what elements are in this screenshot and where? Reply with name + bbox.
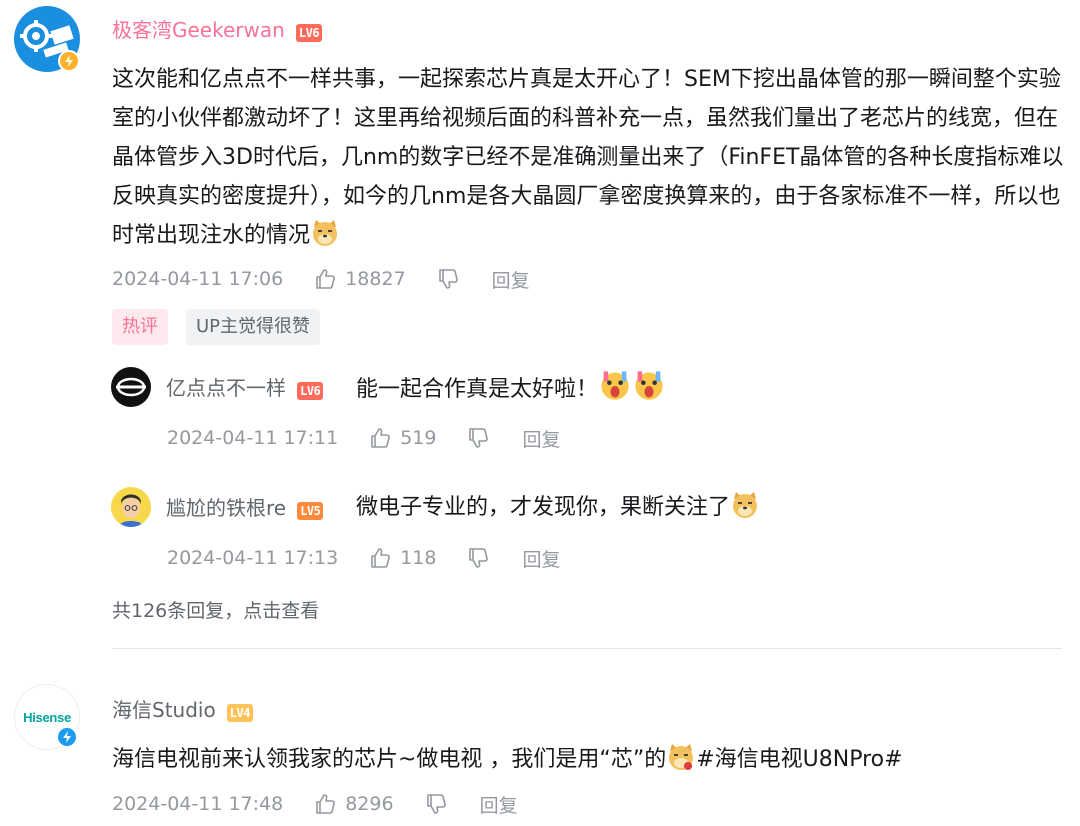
dislike-button[interactable] bbox=[466, 546, 490, 570]
hisense-logo-text: Hisense bbox=[23, 709, 71, 725]
level-badge: LV6 bbox=[295, 23, 323, 42]
thumbs-down-icon bbox=[426, 794, 446, 814]
surprised-emoji-icon bbox=[601, 371, 629, 400]
divider bbox=[112, 648, 1062, 649]
reply-header: 亿点点不一样 LV6 bbox=[166, 375, 324, 401]
like-button[interactable]: 118 bbox=[368, 546, 436, 570]
timestamp: 2024-04-11 17:06 bbox=[112, 268, 284, 290]
reply-header: 尴尬的铁根re LV5 bbox=[166, 495, 324, 521]
reply-button[interactable]: 回复 bbox=[522, 545, 560, 572]
reply-button[interactable]: 回复 bbox=[492, 266, 530, 293]
avatar[interactable] bbox=[14, 6, 80, 72]
comment-meta: 2024-04-11 17:06 18827 回复 bbox=[112, 264, 530, 294]
dislike-button[interactable] bbox=[436, 267, 460, 291]
avatar[interactable] bbox=[111, 367, 151, 407]
comment-meta: 2024-04-11 17:48 8296 回复 bbox=[112, 789, 518, 819]
timestamp: 2024-04-11 17:48 bbox=[112, 793, 284, 815]
hot-comment-tag: 热评 bbox=[112, 309, 168, 345]
verified-bolt-icon bbox=[58, 50, 80, 72]
comment-header: 海信Studio LV4 bbox=[112, 697, 253, 723]
like-count: 18827 bbox=[345, 268, 406, 290]
thumbs-down-icon bbox=[438, 269, 458, 289]
like-count: 519 bbox=[400, 427, 437, 449]
like-count: 118 bbox=[400, 547, 437, 569]
thumbs-down-icon bbox=[469, 428, 489, 448]
level-badge: LV6 bbox=[297, 381, 324, 400]
up-liked-tag: UP主觉得很赞 bbox=[186, 309, 321, 345]
surprised-emoji-icon bbox=[635, 371, 663, 400]
like-button[interactable]: 519 bbox=[368, 426, 436, 450]
avatar[interactable]: Hisense bbox=[14, 684, 80, 750]
dislike-button[interactable] bbox=[466, 426, 490, 450]
thumbs-down-icon bbox=[469, 548, 489, 568]
doge-emoji-icon bbox=[313, 220, 338, 246]
thumbs-up-icon bbox=[316, 794, 336, 814]
reply-text: 能一起合作真是太好啦！ bbox=[356, 368, 666, 409]
dislike-button[interactable] bbox=[424, 792, 448, 816]
username[interactable]: 海信Studio bbox=[112, 698, 216, 722]
like-count: 8296 bbox=[345, 793, 394, 815]
reply-button[interactable]: 回复 bbox=[522, 425, 560, 452]
thumbs-up-icon bbox=[371, 548, 391, 568]
reply-meta: 2024-04-11 17:11 519 回复 bbox=[167, 423, 561, 453]
view-more-replies-link[interactable]: 共126条回复，点击查看 bbox=[112, 596, 319, 623]
username[interactable]: 亿点点不一样 bbox=[166, 376, 286, 400]
reply-text: 微电子专业的，才发现你，果断关注了 bbox=[356, 488, 760, 527]
doge-emoji-icon bbox=[733, 492, 758, 518]
verified-bolt-icon bbox=[56, 726, 78, 748]
avatar[interactable] bbox=[111, 487, 151, 527]
yidiandian-logo bbox=[111, 367, 151, 407]
thumbs-up-icon bbox=[371, 428, 391, 448]
comment-header: 极客湾Geekerwan LV6 bbox=[112, 17, 323, 43]
cartoon-avatar bbox=[111, 487, 151, 527]
doge-rose-emoji-icon bbox=[669, 744, 694, 770]
timestamp: 2024-04-11 17:13 bbox=[167, 547, 339, 569]
comment-text: 这次能和亿点点不一样共事，一起探索芯片真是太开心了！SEM下挖出晶体管的那一瞬间… bbox=[112, 67, 1064, 248]
username[interactable]: 极客湾Geekerwan bbox=[112, 18, 285, 42]
comment-text: 海信电视前来认领我家的芯片~做电视 ，我们是用“芯”的 #海信电视U8NPro# bbox=[112, 740, 903, 779]
reply-meta: 2024-04-11 17:13 118 回复 bbox=[167, 543, 561, 573]
level-badge: LV5 bbox=[297, 501, 324, 520]
like-button[interactable]: 18827 bbox=[313, 267, 406, 291]
like-button[interactable]: 8296 bbox=[313, 792, 394, 816]
timestamp: 2024-04-11 17:11 bbox=[167, 427, 339, 449]
thumbs-up-icon bbox=[316, 269, 336, 289]
reply-button[interactable]: 回复 bbox=[480, 791, 518, 818]
level-badge: LV4 bbox=[226, 703, 253, 722]
username[interactable]: 尴尬的铁根re bbox=[166, 496, 286, 520]
